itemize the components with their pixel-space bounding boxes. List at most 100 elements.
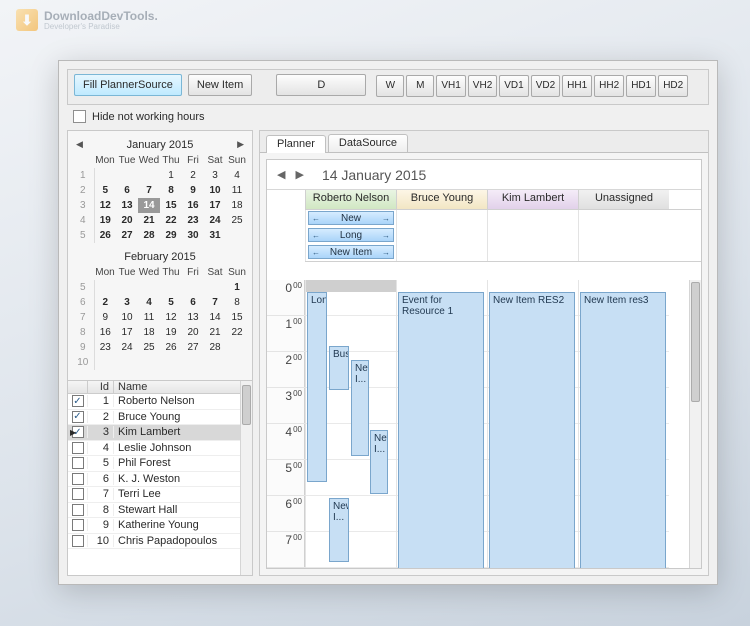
planner-event[interactable]: Lone... xyxy=(307,292,327,482)
calendar-day[interactable]: 6 xyxy=(182,295,204,310)
calendar-day[interactable]: 16 xyxy=(182,198,204,213)
calendar-day[interactable]: 26 xyxy=(160,340,182,355)
calendar-day[interactable]: 27 xyxy=(116,228,138,243)
planner-scrollbar[interactable] xyxy=(689,280,701,568)
planner-event[interactable]: New Item RES2 xyxy=(489,292,575,568)
allday-event[interactable]: ←New→ xyxy=(308,211,394,225)
resource-checkbox[interactable] xyxy=(72,535,84,547)
view-button-vh1[interactable]: VH1 xyxy=(436,75,465,97)
resource-row[interactable]: 9Katherine Young xyxy=(68,518,252,534)
new-item-button[interactable]: New Item xyxy=(188,74,252,96)
resource-row[interactable]: ✓1Roberto Nelson xyxy=(68,394,252,410)
resource-checkbox[interactable] xyxy=(72,519,84,531)
calendar-day[interactable]: 7 xyxy=(204,295,226,310)
allday-event[interactable]: ←New Item→ xyxy=(308,245,394,259)
calendar-day[interactable]: 25 xyxy=(226,213,248,228)
view-button-hd2[interactable]: HD2 xyxy=(658,75,688,97)
resource-row[interactable]: ▶✓3Kim Lambert xyxy=(68,425,252,441)
calendar-day[interactable]: 3 xyxy=(204,168,226,183)
planner-column-header[interactable]: Roberto Nelson xyxy=(305,190,396,209)
calendar-day[interactable]: 25 xyxy=(138,340,160,355)
view-button-hd1[interactable]: HD1 xyxy=(626,75,656,97)
calendar-day[interactable]: 31 xyxy=(204,228,226,243)
calendar-day[interactable]: 19 xyxy=(160,325,182,340)
view-button-vd1[interactable]: VD1 xyxy=(499,75,528,97)
calendar-day[interactable]: 8 xyxy=(160,183,182,198)
tab-planner[interactable]: Planner xyxy=(266,135,326,153)
calendar-day[interactable]: 2 xyxy=(182,168,204,183)
calendar-day[interactable]: 13 xyxy=(182,310,204,325)
calendar-day[interactable]: 28 xyxy=(138,228,160,243)
calendar-day[interactable]: 20 xyxy=(182,325,204,340)
calendar-day[interactable]: 1 xyxy=(226,280,248,295)
planner-column-header[interactable]: Bruce Young xyxy=(396,190,487,209)
calendar-day[interactable]: 3 xyxy=(116,295,138,310)
planner-event[interactable]: New I... xyxy=(370,430,388,494)
calendar-day[interactable]: 23 xyxy=(94,340,116,355)
view-button-hh1[interactable]: HH1 xyxy=(562,75,592,97)
resource-row[interactable]: 5Phil Forest xyxy=(68,456,252,472)
calendar-day[interactable]: 10 xyxy=(116,310,138,325)
planner-column[interactable]: Event for Resource 1 xyxy=(396,280,487,568)
fill-plannersource-button[interactable]: Fill PlannerSource xyxy=(74,74,182,96)
header-id[interactable]: Id xyxy=(88,381,114,393)
calendar-day[interactable]: 12 xyxy=(160,310,182,325)
calendar-day[interactable]: 16 xyxy=(94,325,116,340)
calendar-day[interactable]: 23 xyxy=(182,213,204,228)
calendar-day[interactable]: 6 xyxy=(116,183,138,198)
calendar-day[interactable]: 24 xyxy=(116,340,138,355)
resource-checkbox[interactable]: ✓ xyxy=(72,411,84,423)
calendar-day[interactable]: 20 xyxy=(116,213,138,228)
calendar-day[interactable]: 24 xyxy=(204,213,226,228)
planner-column-header[interactable]: Kim Lambert xyxy=(487,190,578,209)
calendar-day[interactable]: 21 xyxy=(204,325,226,340)
view-button-w[interactable]: W xyxy=(376,75,404,97)
allday-event[interactable]: ←Long→ xyxy=(308,228,394,242)
planner-timegrid[interactable]: 000100200300400500600700800 Lone...Bust.… xyxy=(267,280,701,568)
calendar-day[interactable]: 8 xyxy=(226,295,248,310)
resource-checkbox[interactable] xyxy=(72,488,84,500)
planner-event[interactable]: New I... xyxy=(329,498,349,562)
calendar-day[interactable]: 14 xyxy=(204,310,226,325)
calendar-day[interactable]: 28 xyxy=(204,340,226,355)
calendar-day[interactable]: 22 xyxy=(160,213,182,228)
header-name[interactable]: Name xyxy=(114,381,252,393)
calendar-day[interactable]: 17 xyxy=(204,198,226,213)
calendar-day[interactable]: 30 xyxy=(182,228,204,243)
calendar-day[interactable]: 19 xyxy=(94,213,116,228)
view-button-vd2[interactable]: VD2 xyxy=(531,75,560,97)
calendar-day[interactable]: 13 xyxy=(116,198,138,213)
calendar-day[interactable]: 15 xyxy=(160,198,182,213)
planner-column[interactable]: New Item res3 xyxy=(578,280,669,568)
next-day-button[interactable]: ▶ xyxy=(295,168,303,181)
calendar-day[interactable]: 12 xyxy=(94,198,116,213)
tab-datasource[interactable]: DataSource xyxy=(328,134,408,152)
resource-checkbox[interactable] xyxy=(72,504,84,516)
calendar-day[interactable]: 10 xyxy=(204,183,226,198)
cal-next-month-button[interactable]: ▶ xyxy=(237,139,244,150)
view-button-hh2[interactable]: HH2 xyxy=(594,75,624,97)
resource-checkbox[interactable] xyxy=(72,473,84,485)
resource-checkbox[interactable]: ✓ xyxy=(72,395,84,407)
cal-prev-month-button[interactable]: ◀ xyxy=(76,139,83,150)
planner-event[interactable]: New Item res3 xyxy=(580,292,666,568)
resource-row[interactable]: ✓2Bruce Young xyxy=(68,410,252,426)
calendar-day[interactable]: 7 xyxy=(138,183,160,198)
calendar-day[interactable]: 15 xyxy=(226,310,248,325)
calendar-day[interactable]: 18 xyxy=(226,198,248,213)
resource-list[interactable]: Id Name ✓1Roberto Nelson✓2Bruce Young▶✓3… xyxy=(68,380,252,575)
calendar-day[interactable]: 17 xyxy=(116,325,138,340)
calendar-day[interactable]: 29 xyxy=(160,228,182,243)
resource-row[interactable]: 7Terri Lee xyxy=(68,487,252,503)
calendar-day[interactable]: 2 xyxy=(94,295,116,310)
prev-day-button[interactable]: ◀ xyxy=(277,168,285,181)
planner-column[interactable]: Lone...Bust...New I...New I...New I... xyxy=(305,280,396,568)
resource-row[interactable]: 8Stewart Hall xyxy=(68,503,252,519)
planner-event[interactable]: Bust... xyxy=(329,346,349,390)
calendar-day[interactable]: 21 xyxy=(138,213,160,228)
view-button-vh2[interactable]: VH2 xyxy=(468,75,497,97)
calendar-day[interactable]: 9 xyxy=(94,310,116,325)
resource-row[interactable]: 6K. J. Weston xyxy=(68,472,252,488)
planner-column[interactable]: New Item RES2 xyxy=(487,280,578,568)
planner-event[interactable]: Event for Resource 1 xyxy=(398,292,484,568)
